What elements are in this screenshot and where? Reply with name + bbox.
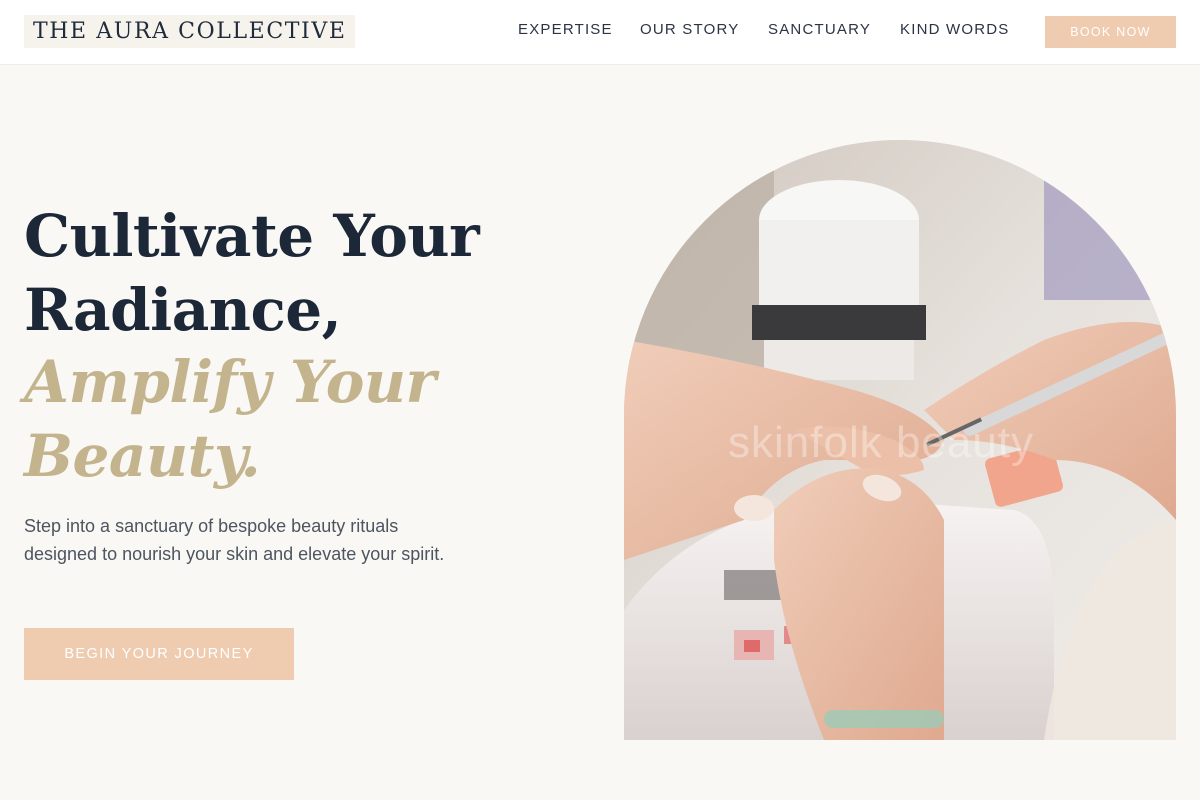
nav-our-story[interactable]: OUR STORY (640, 20, 739, 40)
nav-kind-words[interactable]: KIND WORDS (900, 20, 1010, 40)
hero-heading-line4: Beauty. (24, 422, 261, 490)
image-watermark: skinfolk beauty (728, 418, 1035, 467)
nav-expertise[interactable]: EXPERTISE (518, 20, 613, 40)
hero-heading-line3: Amplify Your (24, 348, 436, 416)
book-now-button[interactable]: BOOK NOW (1045, 16, 1176, 48)
hero-heading-line1: Cultivate Your (24, 202, 480, 270)
hero-image-manicure: skinfolk beauty (624, 140, 1176, 740)
hero-heading-line2: Radiance, (24, 276, 342, 344)
nav-sanctuary[interactable]: SANCTUARY (768, 20, 871, 40)
begin-journey-button[interactable]: BEGIN YOUR JOURNEY (24, 628, 294, 680)
site-header: THE AURA COLLECTIVE EXPERTISE OUR STORY … (0, 0, 1200, 65)
hero-description: Step into a sanctuary of bespoke beauty … (24, 516, 445, 564)
site-logo[interactable]: THE AURA COLLECTIVE (24, 15, 356, 48)
